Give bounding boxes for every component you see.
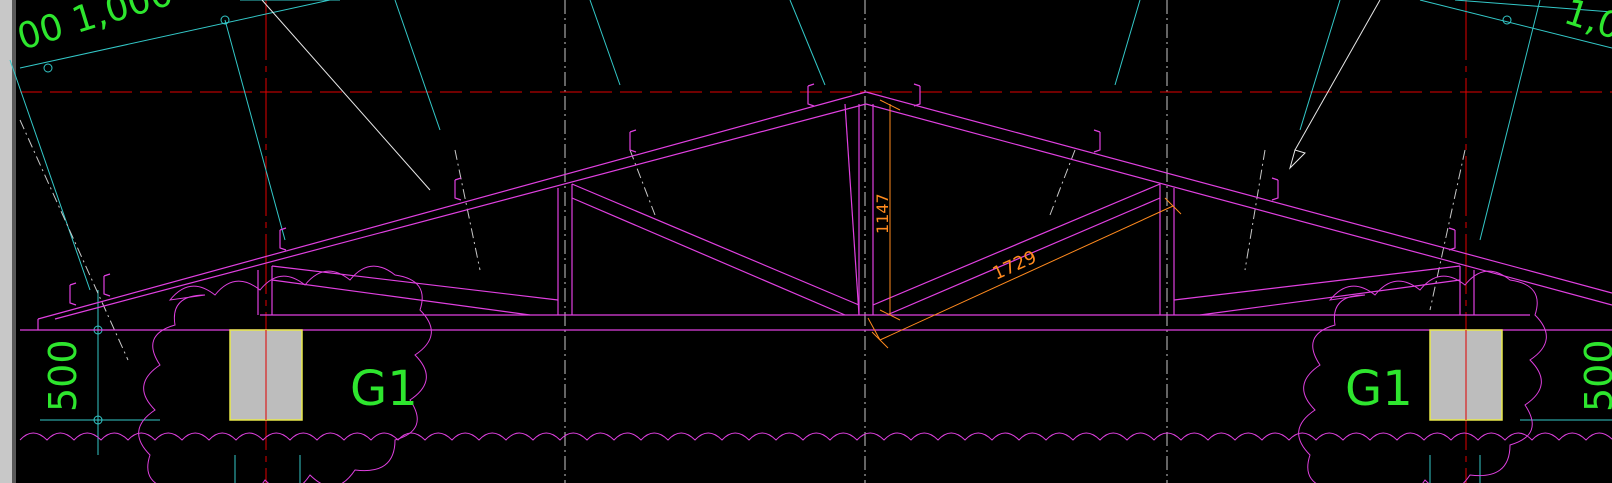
top-chord-left-inner — [54, 103, 867, 320]
purlin-axis — [19, 119, 129, 361]
purlin-section — [69, 282, 77, 306]
axis-line — [394, 0, 441, 131]
purlin-section — [1448, 227, 1456, 251]
dimension-line-diagonal — [879, 205, 1174, 341]
cad-drawing: 1147 1729 G1 G1 500 500 00 1,000 1,00 — [9, 0, 1612, 483]
purlin-axis — [629, 149, 656, 216]
diagonal-web — [1173, 265, 1461, 301]
axis-line — [589, 0, 621, 86]
purlin-section — [913, 83, 921, 107]
axis-line — [1114, 0, 1141, 86]
dimensions — [867, 99, 1182, 349]
dimension-text-left: 500 — [41, 339, 85, 412]
dimension-text-right: 500 — [1577, 339, 1612, 412]
dimension-extension — [867, 317, 881, 341]
axis-line — [9, 59, 91, 291]
leader-line — [1294, 0, 1381, 151]
purlin-section — [103, 273, 111, 297]
column-tag-left: G1 — [350, 361, 418, 417]
leader-lines — [261, 0, 1381, 191]
diagonal-web — [571, 183, 860, 306]
purlin-section — [1093, 129, 1101, 153]
diagonal-web — [571, 197, 846, 316]
diagonal-web — [271, 279, 531, 316]
purlin-section — [454, 177, 462, 201]
grid-lines — [564, 0, 1168, 483]
top-chord-right-inner — [865, 103, 1612, 306]
dimension-text-height: 1147 — [873, 193, 892, 234]
cloud-right-column — [1298, 270, 1547, 483]
top-chord-left-outer — [37, 91, 867, 320]
purlin-axes — [19, 119, 1466, 361]
diagonal-web — [872, 183, 1161, 306]
axis-line — [1479, 0, 1541, 241]
diagonal-web — [271, 265, 559, 301]
cloud-row-bottom — [19, 432, 1612, 441]
axis-node — [1502, 15, 1512, 25]
axis-node — [43, 63, 53, 73]
apex-web — [844, 103, 860, 316]
top-chord-right-outer — [865, 91, 1612, 294]
diagonal-web — [1199, 279, 1461, 316]
purlin-section — [1271, 177, 1279, 201]
column-tag-right: G1 — [1345, 361, 1413, 417]
purlin-axis — [1244, 149, 1266, 271]
axis-line — [224, 19, 286, 241]
leader-arrowhead — [1289, 149, 1306, 170]
cad-viewport[interactable]: 1147 1729 G1 G1 500 500 00 1,000 1,00 — [0, 0, 1612, 483]
purlin-section — [629, 129, 637, 153]
purlin-section — [807, 83, 815, 107]
dimension-text-top-right: 1,00 — [1559, 0, 1612, 55]
dimension-text-top-left: 00 1,000 — [13, 0, 178, 59]
axis-line — [1299, 0, 1341, 131]
axis-line — [789, 0, 826, 86]
